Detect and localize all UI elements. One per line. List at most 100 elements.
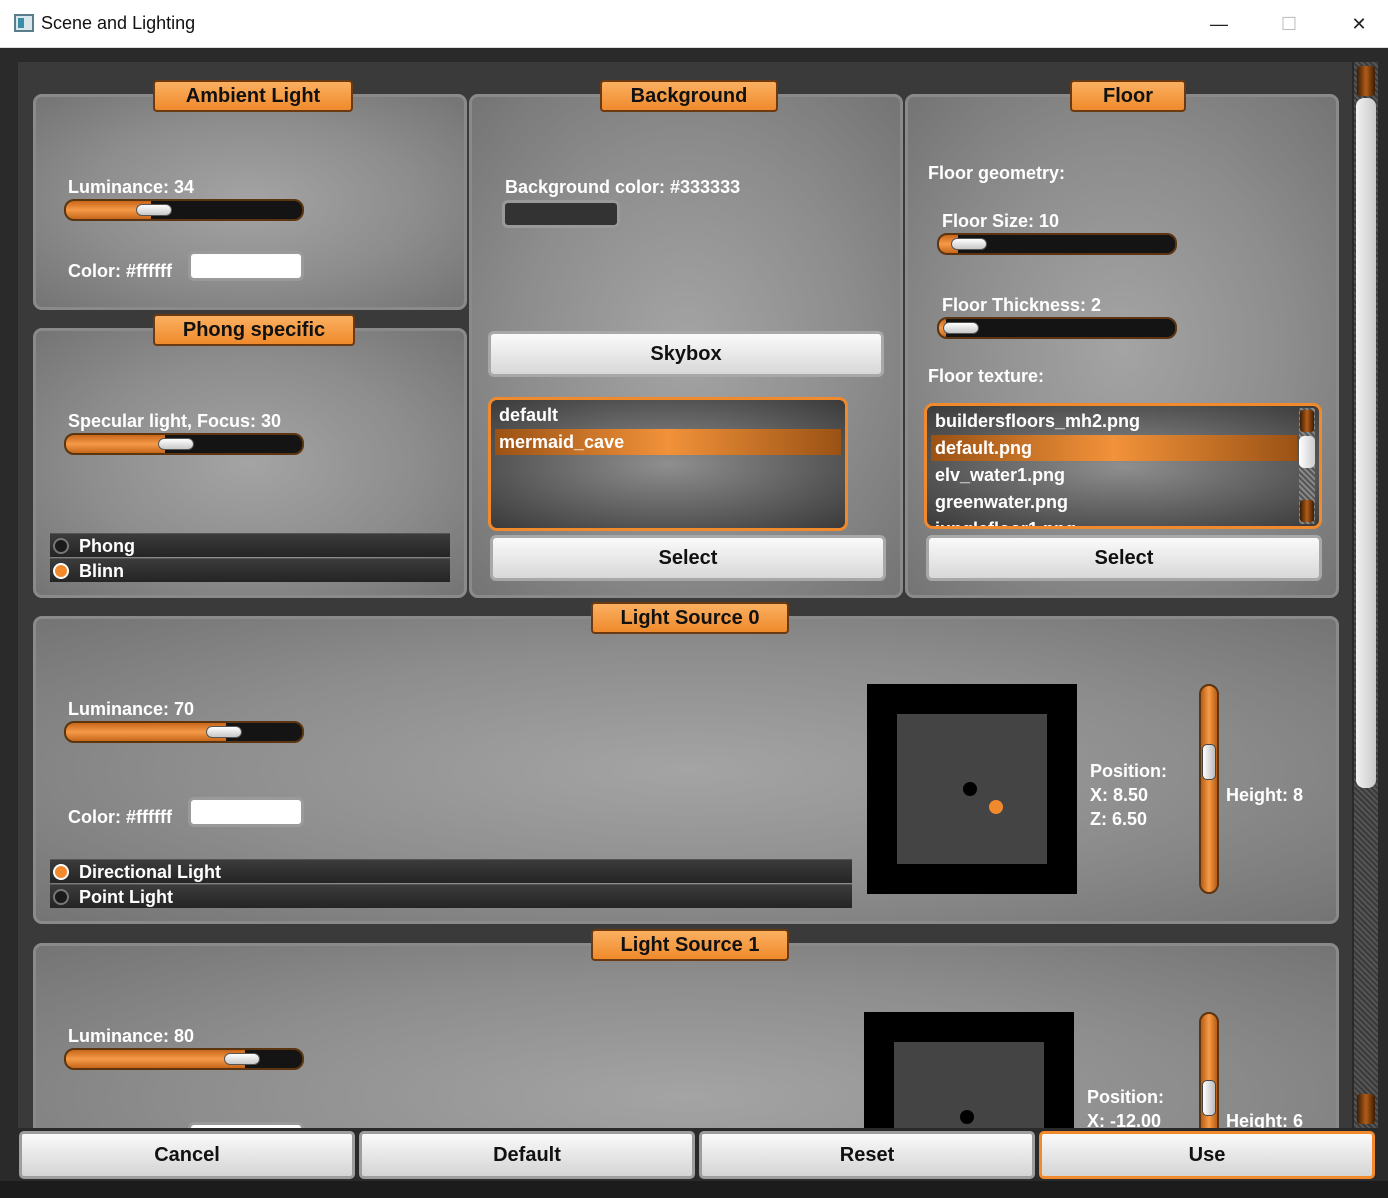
- slider-fill: [66, 1050, 246, 1068]
- main-scrollbar[interactable]: [1354, 62, 1378, 1128]
- floor-thickness-slider[interactable]: [937, 317, 1177, 339]
- radio-off-icon[interactable]: [53, 538, 69, 554]
- floor-size-label: Floor Size: 10: [942, 211, 1060, 231]
- scroll-down-arrow-icon[interactable]: [1357, 1094, 1375, 1124]
- point-light-label: Point Light: [79, 887, 173, 907]
- texture-list-scrollbar[interactable]: [1299, 408, 1315, 524]
- floor-select-button[interactable]: Select: [926, 535, 1322, 581]
- light0-height-slider[interactable]: [1199, 684, 1219, 894]
- light-position-dot[interactable]: [989, 800, 1003, 814]
- phong-panel: Specular light, Focus: 30 Phong Blinn: [33, 328, 467, 598]
- radio-on-icon[interactable]: [53, 563, 69, 579]
- list-item-selected[interactable]: default.png: [931, 435, 1297, 461]
- specular-label: Specular light, Focus: 30: [68, 411, 282, 431]
- use-button[interactable]: Use: [1039, 1131, 1375, 1179]
- light0-x-value: X: 8.50: [1090, 785, 1149, 805]
- app-icon: [14, 14, 34, 32]
- light0-color-label: Color: #ffffff: [68, 807, 172, 827]
- list-item[interactable]: elv_water1.png: [931, 462, 1297, 488]
- specular-slider[interactable]: [64, 433, 304, 455]
- slider-fill: [66, 435, 166, 453]
- light0-height-label: Height: 8: [1226, 785, 1304, 805]
- ambient-color-swatch[interactable]: [188, 251, 304, 281]
- slider-handle[interactable]: [951, 238, 987, 250]
- origin-dot: [963, 782, 977, 796]
- light-source-1-heading: Light Source 1: [591, 929, 789, 961]
- light-source-0-heading: Light Source 0: [591, 602, 789, 634]
- cancel-button[interactable]: Cancel: [19, 1131, 355, 1179]
- ambient-color-label: Color: #ffffff: [68, 261, 172, 281]
- settings-area: Luminance: 34 Color: #ffffff Ambient Lig…: [18, 62, 1352, 1128]
- skybox-button[interactable]: Skybox: [488, 331, 884, 377]
- light0-luminance-slider[interactable]: [64, 721, 304, 743]
- scroll-thumb[interactable]: [1299, 436, 1315, 468]
- point-light-option[interactable]: Point Light: [50, 884, 852, 908]
- list-item-selected[interactable]: mermaid_cave: [495, 429, 841, 455]
- blinn-option[interactable]: Blinn: [50, 558, 450, 582]
- light1-height-label: Height: 6: [1226, 1111, 1304, 1128]
- scroll-up-arrow-icon[interactable]: [1357, 66, 1375, 96]
- phong-option[interactable]: Phong: [50, 533, 450, 557]
- default-button[interactable]: Default: [359, 1131, 695, 1179]
- light1-luminance-slider[interactable]: [64, 1048, 304, 1070]
- light1-position-label: Position:: [1087, 1087, 1164, 1107]
- skybox-select-button[interactable]: Select: [490, 535, 886, 581]
- floor-texture-list[interactable]: buildersfloors_mh2.png default.png elv_w…: [924, 403, 1322, 529]
- maximize-button[interactable]: ☐: [1254, 0, 1324, 48]
- floor-heading: Floor: [1070, 80, 1186, 112]
- slider-fill: [66, 723, 227, 741]
- slider-handle[interactable]: [158, 438, 194, 450]
- title-bar: Scene and Lighting — ☐ ✕: [0, 0, 1388, 48]
- scroll-up-arrow-icon[interactable]: [1300, 410, 1314, 432]
- background-color-swatch[interactable]: [502, 200, 620, 228]
- background-heading: Background: [600, 80, 778, 112]
- radio-off-icon[interactable]: [53, 889, 69, 905]
- list-item[interactable]: greenwater.png: [931, 489, 1297, 515]
- slider-handle[interactable]: [943, 322, 979, 334]
- blinn-option-label: Blinn: [79, 561, 124, 581]
- floor-geometry-label: Floor geometry:: [928, 163, 1066, 183]
- directional-light-option[interactable]: Directional Light: [50, 859, 852, 883]
- directional-light-label: Directional Light: [79, 862, 222, 882]
- light0-luminance-label: Luminance: 70: [68, 699, 195, 719]
- slider-handle[interactable]: [136, 204, 172, 216]
- light0-position-label: Position:: [1090, 761, 1167, 781]
- light1-luminance-label: Luminance: 80: [68, 1026, 195, 1046]
- light1-position-pad[interactable]: [864, 1012, 1074, 1128]
- background-color-label: Background color: #333333: [505, 177, 741, 197]
- origin-dot: [960, 1110, 974, 1124]
- light0-color-swatch[interactable]: [188, 797, 304, 827]
- light0-position-pad[interactable]: [867, 684, 1077, 894]
- list-item[interactable]: junglefloor1.png: [931, 516, 1297, 526]
- scroll-thumb[interactable]: [1356, 98, 1376, 788]
- radio-on-icon[interactable]: [53, 864, 69, 880]
- ambient-light-heading: Ambient Light: [153, 80, 353, 112]
- floor-panel: Floor geometry: Floor Size: 10 Floor Thi…: [905, 94, 1339, 598]
- floor-size-slider[interactable]: [937, 233, 1177, 255]
- scroll-down-arrow-icon[interactable]: [1300, 500, 1314, 522]
- minimize-button[interactable]: —: [1184, 0, 1254, 48]
- floor-texture-label: Floor texture:: [928, 366, 1045, 386]
- ambient-luminance-slider[interactable]: [64, 199, 304, 221]
- slider-handle[interactable]: [206, 726, 242, 738]
- light0-z-value: Z: 6.50: [1090, 809, 1148, 829]
- list-item[interactable]: buildersfloors_mh2.png: [931, 408, 1297, 434]
- reset-button[interactable]: Reset: [699, 1131, 1035, 1179]
- slider-handle[interactable]: [1202, 1080, 1216, 1116]
- light1-height-slider[interactable]: [1199, 1012, 1219, 1128]
- floor-thickness-label: Floor Thickness: 2: [942, 295, 1102, 315]
- background-panel: Background color: #333333 Skybox default…: [469, 94, 903, 598]
- floor-area[interactable]: [897, 714, 1047, 864]
- light1-x-value: X: -12.00: [1087, 1111, 1162, 1128]
- list-item[interactable]: default: [495, 402, 841, 428]
- floor-area[interactable]: [894, 1042, 1044, 1128]
- skybox-list[interactable]: default mermaid_cave: [488, 397, 848, 531]
- slider-handle[interactable]: [224, 1053, 260, 1065]
- ambient-light-panel: Luminance: 34 Color: #ffffff: [33, 94, 467, 310]
- slider-handle[interactable]: [1202, 744, 1216, 780]
- close-button[interactable]: ✕: [1324, 0, 1388, 48]
- light-source-0-panel: Luminance: 70 Color: #ffffff Directional…: [33, 616, 1339, 924]
- window-title: Scene and Lighting: [41, 13, 196, 33]
- phong-heading: Phong specific: [153, 314, 355, 346]
- ambient-luminance-label: Luminance: 34: [68, 177, 195, 197]
